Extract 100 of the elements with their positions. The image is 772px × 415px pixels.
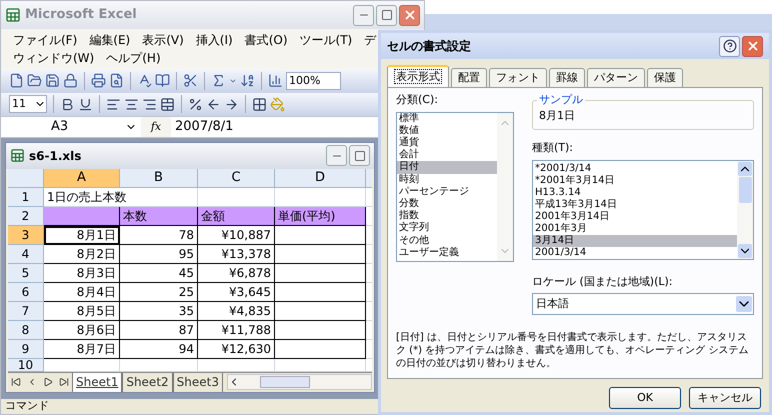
percent-icon[interactable] xyxy=(188,96,203,112)
folder-icon[interactable] xyxy=(27,73,42,88)
menu-item[interactable]: 表示(V) xyxy=(142,31,184,49)
print-icon[interactable] xyxy=(91,73,106,88)
row-header[interactable]: 9 xyxy=(8,340,44,359)
menu-item[interactable]: 書式(O) xyxy=(244,31,288,49)
dialog-tab[interactable]: 配置 xyxy=(451,68,487,87)
sheet-tab[interactable]: Sheet3 xyxy=(172,372,223,392)
scrollbar-thumb[interactable] xyxy=(738,176,752,202)
type-item[interactable]: *2001/3/14 xyxy=(533,162,737,174)
align-center-icon[interactable] xyxy=(124,96,139,112)
last-sheet-icon[interactable] xyxy=(59,377,69,388)
category-item[interactable]: 分数 xyxy=(397,198,497,210)
dialog-tab[interactable]: 保護 xyxy=(647,68,683,87)
row-header[interactable]: 2 xyxy=(8,206,44,226)
scroll-down-icon[interactable] xyxy=(738,244,752,258)
category-item[interactable]: 日付 xyxy=(397,161,497,174)
next-sheet-icon[interactable] xyxy=(43,377,53,388)
menu-item[interactable]: 挿入(I) xyxy=(196,31,233,49)
type-item[interactable]: H13.3.14 xyxy=(533,186,737,198)
research-icon[interactable] xyxy=(155,73,170,88)
cut-icon[interactable] xyxy=(183,73,198,88)
category-item[interactable]: パーセンテージ xyxy=(397,186,497,198)
dialog-tab[interactable]: フォント xyxy=(489,68,547,87)
column-header[interactable]: B xyxy=(120,168,198,188)
ok-button[interactable]: OK xyxy=(609,387,681,409)
locale-select[interactable]: 日本語 xyxy=(532,293,754,315)
row-header[interactable]: 1 xyxy=(8,188,44,207)
type-list[interactable]: *2001/3/14 *2001年3月14日 H13.3.14 平成13年3月14日 2001年3月14日 2001年3月 3月14日 2001/3/14 xyxy=(532,160,754,260)
category-list[interactable]: 標準 数値 通貨 会計 日付 時刻 パーセンテージ 分数 指数 文字列 その他 ユーザー定義 xyxy=(396,112,514,262)
help-button[interactable] xyxy=(719,36,740,56)
horizontal-scrollbar[interactable] xyxy=(226,374,372,390)
category-item[interactable]: 通貨 xyxy=(397,136,497,150)
category-item[interactable]: 会計 xyxy=(397,149,497,162)
merge-cells-icon[interactable] xyxy=(160,96,175,112)
type-item[interactable]: 2001年3月 xyxy=(533,222,737,234)
dialog-tab[interactable]: 罫線 xyxy=(549,68,585,87)
category-item[interactable]: 指数 xyxy=(397,210,497,222)
fill-color-icon[interactable] xyxy=(270,96,285,112)
type-item[interactable]: 2001/3/14 xyxy=(533,246,737,258)
table-cell: 35 xyxy=(120,302,198,321)
category-item[interactable]: その他 xyxy=(397,234,497,247)
save-icon[interactable] xyxy=(45,73,60,88)
new-file-icon[interactable] xyxy=(9,73,24,88)
vertical-scrollbar[interactable] xyxy=(497,112,513,260)
type-item[interactable]: 3月14日 xyxy=(533,234,737,246)
menu-item[interactable]: ヘルプ(H) xyxy=(106,49,161,67)
scroll-up-icon[interactable] xyxy=(738,162,752,176)
sum-icon[interactable] xyxy=(211,73,226,88)
category-item[interactable]: 数値 xyxy=(397,124,497,137)
formula-field[interactable]: 2007/8/1 xyxy=(171,117,379,137)
align-left-icon[interactable] xyxy=(106,96,121,112)
menu-item[interactable]: ファイル(F) xyxy=(13,31,78,49)
row-header[interactable]: 10 xyxy=(8,358,44,372)
scrollbar-thumb[interactable] xyxy=(260,376,310,388)
dialog-tab[interactable]: 表示形式 xyxy=(387,65,449,87)
type-item[interactable]: *2001年3月14日 xyxy=(533,174,737,186)
row-header[interactable]: 6 xyxy=(8,282,44,302)
menu-item[interactable]: デ xyxy=(364,31,376,49)
row-header[interactable]: 4 xyxy=(8,244,44,264)
maximize-button[interactable] xyxy=(349,145,370,166)
category-item[interactable]: 文字列 xyxy=(397,222,497,235)
column-header[interactable]: A xyxy=(44,168,120,188)
zoom-field[interactable]: 100% xyxy=(286,72,341,90)
column-header[interactable]: C xyxy=(198,168,275,188)
table-cell: 8月3日 xyxy=(44,264,120,283)
borders-icon[interactable] xyxy=(252,96,267,112)
locale-label: ロケール (国または地域)(L): xyxy=(532,274,674,290)
row-header[interactable]: 5 xyxy=(8,264,44,283)
category-item[interactable]: ユーザー定義 xyxy=(397,246,497,259)
category-item[interactable]: 時刻 xyxy=(397,174,497,186)
permission-icon[interactable] xyxy=(63,73,78,88)
menu-item[interactable]: ウィンドウ(W) xyxy=(13,49,94,67)
row-header[interactable]: 3 xyxy=(8,226,44,245)
insert-function-button[interactable]: fx xyxy=(141,118,171,136)
close-button[interactable] xyxy=(399,4,420,26)
category-item[interactable]: 標準 xyxy=(397,112,497,125)
dialog-tab[interactable]: パターン xyxy=(587,68,645,87)
column-header[interactable]: D xyxy=(275,168,366,188)
first-sheet-icon[interactable] xyxy=(11,377,21,388)
sheet-tab[interactable]: Sheet1 xyxy=(72,372,122,392)
underline-icon[interactable] xyxy=(78,96,93,112)
type-item[interactable]: 平成13年3月14日 xyxy=(533,198,737,210)
close-button[interactable] xyxy=(742,36,763,56)
bold-icon[interactable] xyxy=(60,96,75,112)
menu-item[interactable]: ツール(T) xyxy=(300,31,352,49)
menu-item[interactable]: 編集(E) xyxy=(89,31,130,49)
cancel-button[interactable]: キャンセル xyxy=(689,387,761,409)
maximize-button[interactable] xyxy=(376,4,397,26)
spelling-icon[interactable] xyxy=(137,73,152,88)
row-header[interactable]: 8 xyxy=(8,320,44,340)
chart-icon[interactable] xyxy=(268,73,283,88)
font-size-field[interactable]: 11 xyxy=(9,95,47,114)
type-item[interactable]: 2001年3月14日 xyxy=(533,210,737,222)
sheet-tab[interactable]: Sheet2 xyxy=(122,372,173,392)
sort-icon[interactable] xyxy=(240,73,255,88)
align-right-icon[interactable] xyxy=(142,96,157,112)
row-header[interactable]: 7 xyxy=(8,302,44,321)
name-box[interactable]: A3 xyxy=(1,117,141,137)
print-preview-icon[interactable] xyxy=(109,73,124,88)
